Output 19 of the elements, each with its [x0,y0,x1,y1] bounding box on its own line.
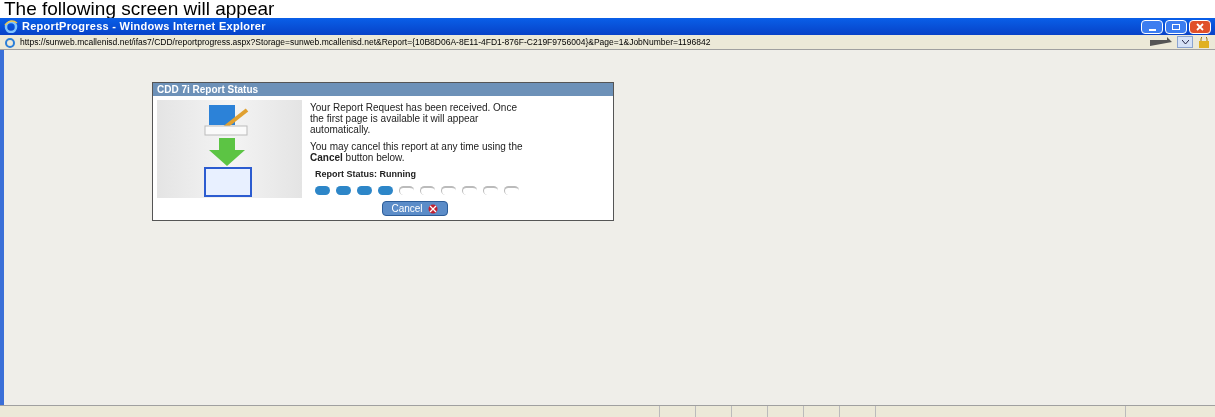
caret-icon [1181,40,1189,44]
cancel-note-text: You may cancel this report at any time using the Cancel button below. [310,141,524,163]
close-button[interactable] [1189,19,1211,34]
browser-logo-icon [4,20,18,33]
message-text: Your Report Request has been received. Once the first page is available it will appear automatically. [310,102,518,135]
report-status-label: Report Status: Running [315,169,417,180]
restore-icon [1172,23,1180,30]
dropdown-button[interactable] [1177,36,1193,48]
cancel-icon [426,203,439,214]
page-icon [4,36,16,48]
dialog-title: CDD 7i Report Status [157,83,259,97]
caption: The following screen will appear [3,0,275,18]
window-title: ReportProgress - Windows Internet Explorer [22,19,266,35]
restore-button[interactable] [1165,19,1187,34]
arrow-icon[interactable] [1149,37,1173,47]
minimize-icon [1148,28,1156,31]
url-field[interactable]: https://sunweb.mcallenisd.net/ifas7/CDD/reportprogress.aspx?Storage=sunweb.mcallenisd.net&Report={10B8D06A-8E11-4FD1-876F-C219F9756004}&Page=1&JobNumber=1196842 [20,35,711,49]
close-icon [1196,22,1204,31]
minimize-button[interactable] [1141,19,1163,34]
